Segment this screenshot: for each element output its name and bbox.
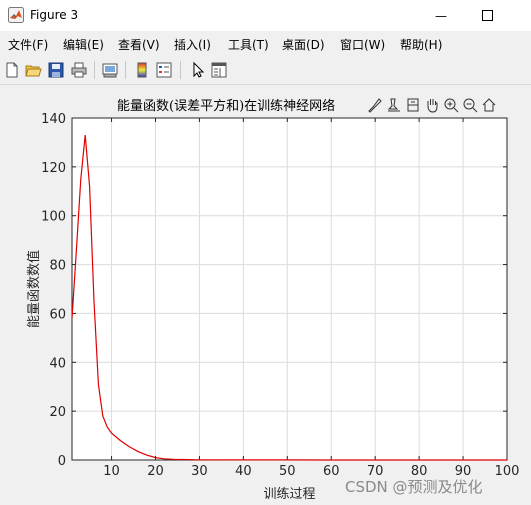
- maximize-button[interactable]: [464, 0, 510, 31]
- home-icon[interactable]: [480, 96, 498, 114]
- menu-window[interactable]: 窗口(W): [340, 36, 385, 53]
- menu-bar: 文件(F) 编辑(E) 查看(V) 插入(I) 工具(T) 桌面(D) 窗口(W…: [0, 31, 531, 56]
- axes[interactable]: 10 20 30 40 50 60 70 80 90 100020406080100120140能…: [26, 98, 519, 502]
- window-title: Figure 3: [30, 8, 79, 22]
- link-plot-icon[interactable]: [101, 61, 119, 79]
- menu-edit[interactable]: 编辑(E): [63, 36, 104, 53]
- menu-insert[interactable]: 插入(I): [174, 36, 211, 53]
- y-tick-label: 120: [41, 161, 66, 176]
- menu-view[interactable]: 查看(V): [118, 36, 160, 53]
- property-editor-icon[interactable]: [210, 61, 228, 79]
- data-tips-icon[interactable]: [385, 96, 403, 114]
- menu-file[interactable]: 文件(F): [8, 36, 48, 53]
- x-tick-label: 60: [323, 464, 340, 479]
- toolbar-separator: [125, 61, 126, 79]
- print-icon[interactable]: [70, 61, 88, 79]
- toolbar-separator: [180, 61, 181, 79]
- title-bar: Figure 3 —: [0, 0, 531, 31]
- toolbar: [0, 56, 531, 85]
- zoom-in-icon[interactable]: [442, 96, 460, 114]
- rotate-icon[interactable]: [404, 96, 422, 114]
- y-tick-label: 40: [49, 356, 66, 371]
- toolbar-separator: [94, 61, 95, 79]
- plot-area: 10 20 30 40 50 60 70 80 90 100020406080100120140能…: [26, 98, 519, 502]
- y-tick-label: 20: [49, 405, 66, 420]
- colorbar-icon[interactable]: [133, 61, 151, 79]
- maximize-icon: [481, 10, 493, 21]
- matlab-logo-icon: [8, 7, 24, 23]
- pointer-icon[interactable]: [189, 61, 207, 79]
- open-icon[interactable]: [24, 61, 42, 79]
- chart-title: 能量函数(误差平方和)在训练神经网络: [117, 98, 335, 114]
- zoom-out-icon[interactable]: [461, 96, 479, 114]
- minimize-button[interactable]: —: [418, 0, 464, 31]
- axes-toolbar: [366, 96, 498, 116]
- y-tick-label: 100: [41, 210, 66, 225]
- minimize-icon: —: [435, 8, 447, 23]
- x-tick-label: 50: [279, 464, 296, 479]
- menu-help[interactable]: 帮助(H): [400, 36, 442, 53]
- x-tick-label: 100: [495, 464, 520, 479]
- y-axis-label: 能量函数数值: [26, 250, 42, 328]
- x-tick-label: 10: [103, 464, 120, 479]
- brush-icon[interactable]: [366, 96, 384, 114]
- plot-background: [72, 118, 507, 460]
- save-icon[interactable]: [47, 61, 65, 79]
- menu-tools[interactable]: 工具(T): [228, 36, 269, 53]
- y-tick-label: 0: [58, 454, 66, 469]
- pan-icon[interactable]: [423, 96, 441, 114]
- y-tick-label: 140: [41, 112, 66, 127]
- y-tick-label: 80: [49, 259, 66, 274]
- legend-icon[interactable]: [155, 61, 173, 79]
- x-tick-label: 30: [191, 464, 208, 479]
- watermark: CSDN @预测及优化: [345, 478, 483, 496]
- y-tick-label: 60: [49, 307, 66, 322]
- x-tick-label: 40: [235, 464, 252, 479]
- x-axis-label: 训练过程: [263, 487, 315, 502]
- new-figure-icon[interactable]: [3, 61, 21, 79]
- x-tick-label: 20: [147, 464, 164, 479]
- menu-desktop[interactable]: 桌面(D): [282, 36, 325, 53]
